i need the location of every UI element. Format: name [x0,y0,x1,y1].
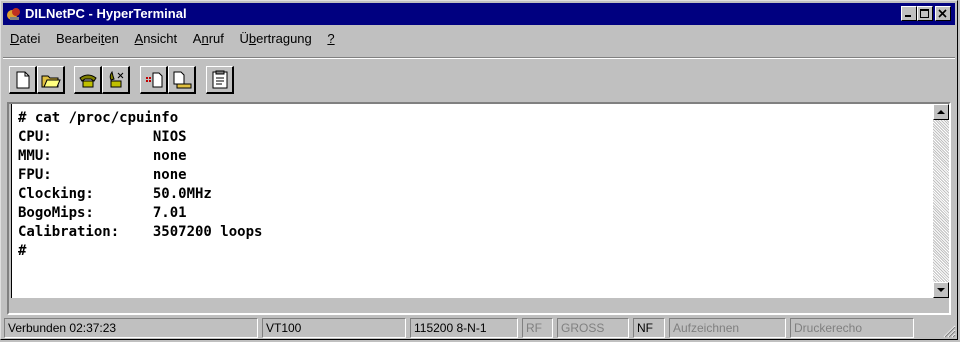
menu-anruf[interactable]: Anruf [187,29,230,49]
properties-icon [212,70,228,89]
connect-button[interactable] [74,66,102,94]
terminal-screen[interactable]: # cat /proc/cpuinfo CPU: NIOS MMU: none … [11,104,937,298]
title-bar[interactable]: DILNetPC - HyperTerminal [3,3,955,25]
close-icon [938,9,947,18]
terminal-output: # cat /proc/cpuinfo CPU: NIOS MMU: none … [18,109,262,261]
hyperterminal-window: DILNetPC - HyperTerminal Datei Bearbeite… [0,0,958,340]
terminal-line: # cat /proc/cpuinfo [18,110,179,126]
resize-grip-icon[interactable] [940,322,956,338]
maximize-icon [920,9,929,18]
connect-phone-icon [79,74,97,88]
terminal-frame: # cat /proc/cpuinfo CPU: NIOS MMU: none … [7,102,951,315]
terminal-line: CPU: NIOS [18,129,187,145]
new-document-icon [16,71,30,89]
status-rf: RF [522,318,553,338]
maximize-button[interactable] [917,6,933,21]
status-capture: Aufzeichnen [669,318,786,338]
terminal-line: MMU: none [18,148,187,164]
receive-button[interactable] [168,66,196,94]
vertical-scrollbar[interactable] [933,104,949,298]
close-button[interactable] [935,6,951,21]
status-caps-lock: GROSS [557,318,629,338]
menu-bar: Datei Bearbeiten Ansicht Anruf Übertragu… [4,29,341,49]
window-title: DILNetPC - HyperTerminal [25,6,187,21]
status-emulation: VT100 [262,318,406,338]
menu-help[interactable]: ? [321,29,340,49]
terminal-line: Calibration: 3507200 loops [18,224,263,240]
status-connection-time: Verbunden 02:37:23 [4,318,258,338]
menu-ansicht[interactable]: Ansicht [129,29,184,49]
status-print-echo: Druckerecho [790,318,914,338]
status-num-lock: NF [633,318,665,338]
terminal-line: # [18,243,27,259]
open-button[interactable] [37,66,65,94]
terminal-line: BogoMips: 7.01 [18,205,187,221]
scroll-up-button[interactable] [933,104,949,120]
minimize-icon [905,15,911,17]
receive-file-icon [173,71,192,89]
menu-datei[interactable]: Datei [4,29,46,49]
scroll-down-button[interactable] [933,282,949,298]
disconnect-phone-icon [109,70,124,88]
menu-uebertragung[interactable]: Übertragung [233,29,317,49]
terminal-line: Clocking: 50.0MHz [18,186,212,202]
new-connection-button[interactable] [9,66,37,94]
minimize-button[interactable] [901,6,917,21]
disconnect-button[interactable] [102,66,130,94]
horizontal-scroll-area [9,298,949,313]
menu-separator [3,57,955,59]
terminal-line: FPU: none [18,167,187,183]
send-button[interactable] [140,66,168,94]
menu-bearbeiten[interactable]: Bearbeiten [50,29,125,49]
properties-button[interactable] [206,66,234,94]
send-file-icon [146,72,163,88]
hyperterminal-app-icon[interactable] [6,6,22,22]
open-folder-icon [41,75,61,88]
arrow-down-icon [937,288,945,292]
status-port-settings: 115200 8-N-1 [410,318,518,338]
status-bar: Verbunden 02:37:23 VT100 115200 8-N-1 RF… [4,318,956,338]
arrow-up-icon [937,110,945,114]
